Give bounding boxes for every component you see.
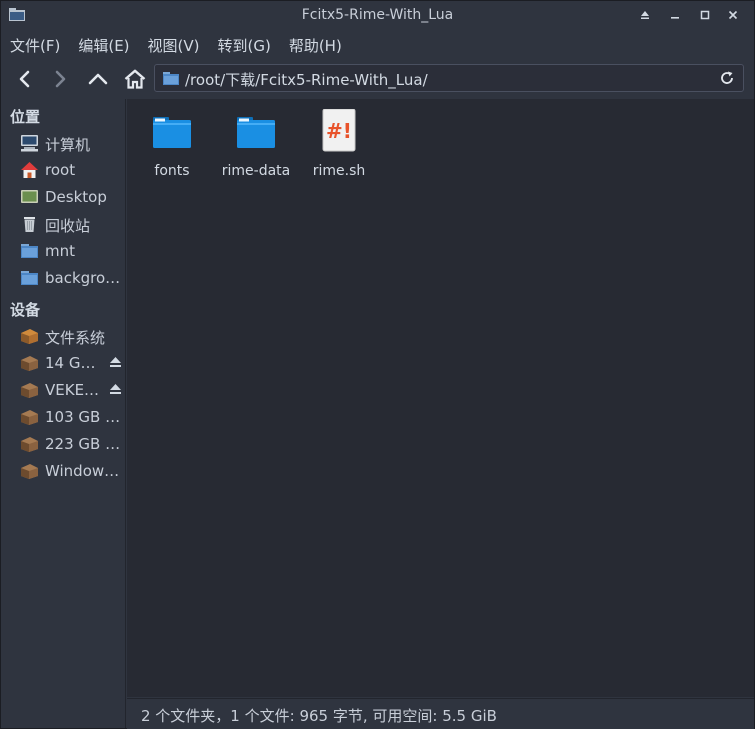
arrow-up-icon <box>88 73 108 85</box>
home-icon <box>21 162 38 178</box>
file-item-rime-data[interactable]: rime-data <box>214 109 298 179</box>
sidebar-item-device-windows[interactable]: Window… <box>1 458 125 484</box>
script-glyph: #! <box>326 119 352 143</box>
drive-icon <box>21 410 38 425</box>
back-button[interactable] <box>11 65 39 93</box>
sidebar-item-device-103gb[interactable]: 103 GB … <box>1 404 125 430</box>
folder-icon <box>21 271 38 285</box>
close-icon <box>728 10 738 20</box>
menu-view[interactable]: 视图(V) <box>139 31 209 57</box>
shade-button[interactable] <box>635 6 655 24</box>
computer-icon <box>21 135 38 152</box>
menu-help[interactable]: 帮助(H) <box>280 31 351 57</box>
maximize-button[interactable] <box>695 6 715 24</box>
sidebar: 位置 计算机 root Desktop 回收站 mnt backgro… 设备 … <box>1 99 126 728</box>
arrow-right-icon <box>55 70 66 88</box>
eject-icon[interactable] <box>109 383 122 396</box>
location-path[interactable]: /root/下载/Fcitx5-Rime-With_Lua/ <box>185 69 428 90</box>
eject-icon <box>641 11 649 19</box>
eject-icon[interactable] <box>109 356 122 369</box>
minimize-button[interactable] <box>665 6 685 24</box>
folder-icon <box>163 72 179 85</box>
close-button[interactable] <box>723 6 743 24</box>
sidebar-item-trash[interactable]: 回收站 <box>1 211 125 237</box>
menu-file[interactable]: 文件(F) <box>1 31 69 57</box>
minimize-icon <box>671 17 679 19</box>
arrow-left-icon <box>19 70 30 88</box>
home-icon <box>124 69 146 89</box>
status-text: 2 个文件夹，1 个文件: 965 字节, 可用空间: 5.5 GiB <box>141 707 497 725</box>
home-button[interactable] <box>121 65 149 93</box>
trash-icon <box>24 217 35 232</box>
sidebar-item-background[interactable]: backgro… <box>1 265 125 291</box>
location-bar[interactable]: /root/下载/Fcitx5-Rime-With_Lua/ <box>154 64 744 92</box>
devices-heading: 设备 <box>10 301 41 319</box>
maximize-icon <box>700 10 710 20</box>
drive-icon <box>21 437 38 452</box>
sidebar-item-desktop[interactable]: Desktop <box>1 184 125 210</box>
sidebar-item-device-223gb[interactable]: 223 GB … <box>1 431 125 457</box>
title-bar[interactable]: Fcitx5-Rime-With_Lua <box>1 1 754 29</box>
menu-edit[interactable]: 编辑(E) <box>69 31 138 57</box>
file-item-rime-sh[interactable]: #! rime.sh <box>297 108 381 179</box>
toolbar: /root/下载/Fcitx5-Rime-With_Lua/ <box>1 61 754 97</box>
menu-go[interactable]: 转到(G) <box>209 31 280 57</box>
sidebar-item-device-14g[interactable]: 14 G… <box>1 350 125 376</box>
script-file-icon: #! <box>322 108 356 152</box>
refresh-icon[interactable] <box>719 70 735 86</box>
forward-button[interactable] <box>46 65 74 93</box>
file-item-fonts[interactable]: fonts <box>130 109 214 179</box>
places-heading: 位置 <box>10 108 41 126</box>
desktop-icon <box>21 190 38 203</box>
drive-icon <box>21 383 38 398</box>
drive-icon <box>21 464 38 479</box>
drive-icon <box>21 356 38 371</box>
menu-bar: 文件(F) 编辑(E) 视图(V) 转到(G) 帮助(H) <box>1 31 351 57</box>
drive-icon <box>21 329 38 344</box>
status-bar: 2 个文件夹，1 个文件: 965 字节, 可用空间: 5.5 GiB <box>127 698 754 729</box>
folder-icon <box>153 117 191 148</box>
file-manager-window: Fcitx5-Rime-With_Lua 文件(F) 编辑(E) 视图(V) 转… <box>0 0 755 729</box>
file-view[interactable]: fonts rime-data #! rime.sh <box>127 99 754 697</box>
sidebar-item-filesystem[interactable]: 文件系统 <box>1 323 125 349</box>
sidebar-item-mnt[interactable]: mnt <box>1 238 125 264</box>
sidebar-item-computer[interactable]: 计算机 <box>1 130 125 156</box>
folder-icon <box>237 117 275 148</box>
sidebar-item-root[interactable]: root <box>1 157 125 183</box>
sidebar-item-device-veke[interactable]: VEKE… <box>1 377 125 403</box>
folder-icon <box>21 244 38 258</box>
up-button[interactable] <box>84 65 112 93</box>
